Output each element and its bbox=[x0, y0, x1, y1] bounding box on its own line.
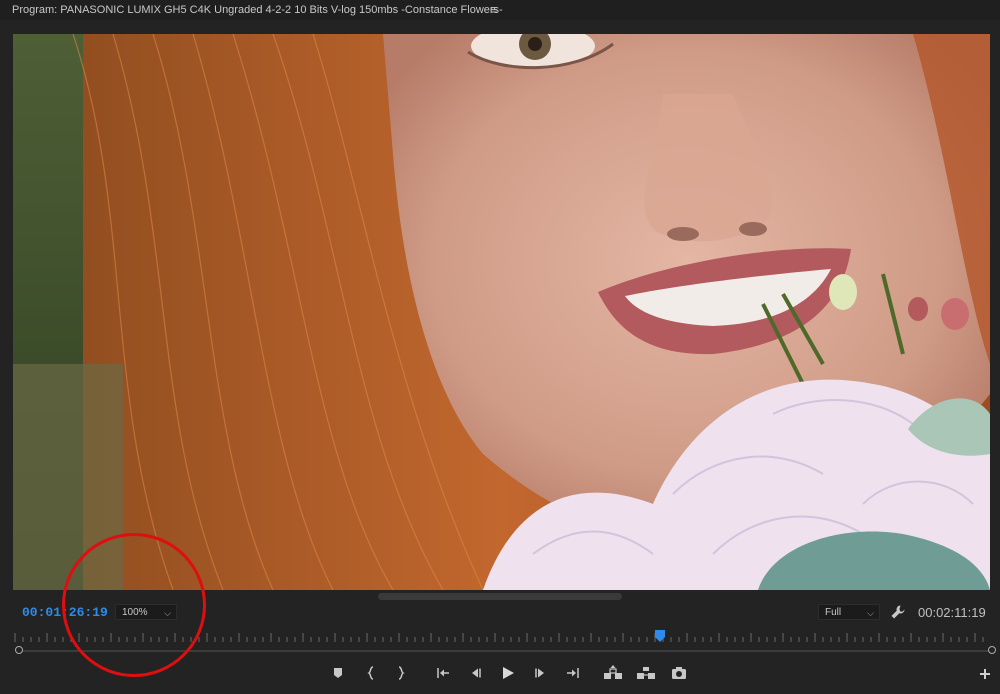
panel-title: Program: PANASONIC LUMIX GH5 C4K Ungrade… bbox=[12, 4, 503, 16]
export-frame-button[interactable] bbox=[669, 664, 689, 682]
playback-resolution-value: Full bbox=[825, 607, 842, 618]
video-horizontal-scrollbar[interactable] bbox=[378, 593, 622, 600]
step-back-button[interactable] bbox=[465, 664, 485, 682]
go-to-in-button[interactable] bbox=[433, 664, 453, 682]
playback-resolution-dropdown[interactable]: Full ⌵ bbox=[818, 604, 880, 620]
step-back-icon bbox=[472, 668, 481, 678]
current-timecode[interactable]: 00:01:26:19 bbox=[22, 605, 108, 620]
video-frame-image bbox=[13, 34, 990, 590]
zoom-scroll-bar[interactable] bbox=[20, 650, 992, 652]
time-ruler[interactable] bbox=[13, 630, 990, 642]
go-to-out-button[interactable] bbox=[563, 664, 583, 682]
zoom-scroll-handle-left[interactable] bbox=[15, 646, 23, 654]
step-forward-icon bbox=[535, 668, 544, 678]
button-editor-plus-icon[interactable] bbox=[978, 667, 992, 681]
chevron-down-icon: ⌵ bbox=[867, 608, 874, 618]
panel-header: Program: PANASONIC LUMIX GH5 C4K Ungrade… bbox=[0, 0, 1000, 20]
zoom-level-value: 100% bbox=[122, 607, 148, 618]
go-to-in-icon bbox=[437, 668, 449, 678]
mark-in-button[interactable] bbox=[361, 664, 381, 682]
lift-button[interactable] bbox=[603, 664, 623, 682]
duration-timecode: 00:02:11:19 bbox=[918, 605, 986, 620]
add-marker-button[interactable] bbox=[328, 664, 348, 682]
zoom-level-dropdown[interactable]: 100% ⌵ bbox=[115, 604, 177, 620]
hamburger-menu-icon[interactable]: ≡ bbox=[490, 0, 498, 20]
add-marker-icon bbox=[334, 668, 342, 678]
wrench-icon[interactable] bbox=[890, 604, 906, 620]
program-video-frame[interactable] bbox=[13, 34, 990, 590]
play-button[interactable] bbox=[498, 664, 518, 682]
export-frame-icon bbox=[672, 667, 686, 679]
zoom-scroll-handle-right[interactable] bbox=[988, 646, 996, 654]
mark-out-icon bbox=[398, 666, 405, 680]
step-forward-button[interactable] bbox=[531, 664, 551, 682]
chevron-down-icon: ⌵ bbox=[164, 608, 171, 618]
mark-in-icon bbox=[367, 666, 374, 680]
playhead-marker[interactable] bbox=[655, 630, 665, 642]
go-to-out-icon bbox=[567, 668, 579, 678]
extract-button[interactable] bbox=[636, 664, 656, 682]
mark-out-button[interactable] bbox=[391, 664, 411, 682]
play-icon bbox=[503, 667, 514, 679]
extract-icon bbox=[637, 667, 655, 679]
lift-icon bbox=[604, 665, 622, 679]
program-monitor-panel: Program: PANASONIC LUMIX GH5 C4K Ungrade… bbox=[0, 0, 1000, 694]
